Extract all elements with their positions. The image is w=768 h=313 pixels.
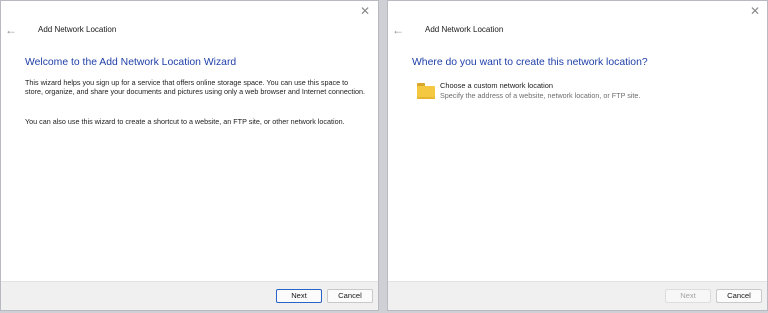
intro-paragraph: This wizard helps you sign up for a serv…: [25, 78, 366, 96]
option-title: Choose a custom network location: [440, 81, 553, 90]
back-arrow-icon[interactable]: ←: [391, 23, 405, 37]
next-button[interactable]: Next: [276, 289, 322, 303]
back-arrow-icon[interactable]: ←: [4, 23, 18, 37]
window-title: Add Network Location: [38, 25, 117, 34]
wizard-heading: Where do you want to create this network…: [412, 57, 648, 68]
option-description: Specify the address of a website, networ…: [440, 91, 641, 100]
cancel-button[interactable]: Cancel: [327, 289, 373, 303]
close-icon[interactable]: ✕: [358, 4, 372, 18]
wizard-window-location: ✕ ← Add Network Location Where do you wa…: [387, 0, 768, 311]
wizard-footer: Next Cancel: [1, 281, 378, 310]
close-icon[interactable]: ✕: [748, 4, 762, 18]
wizard-footer: Next Cancel: [388, 281, 767, 310]
folder-icon: [417, 83, 435, 99]
next-button: Next: [665, 289, 711, 303]
shortcut-paragraph: You can also use this wizard to create a…: [25, 117, 345, 126]
wizard-heading: Welcome to the Add Network Location Wiza…: [25, 57, 237, 68]
wizard-window-welcome: ✕ ← Add Network Location Welcome to the …: [0, 0, 379, 311]
window-title: Add Network Location: [425, 25, 504, 34]
cancel-button[interactable]: Cancel: [716, 289, 762, 303]
custom-network-location-option[interactable]: Choose a custom network location Specify…: [417, 81, 717, 105]
